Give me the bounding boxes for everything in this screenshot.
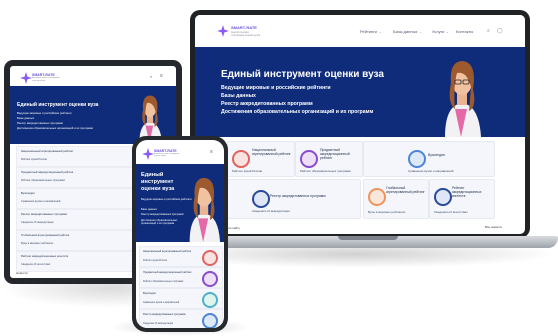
nav-item-databases[interactable]: Базы данных ⌄ bbox=[393, 29, 422, 34]
hero-line: Реестр аккредитованных программ bbox=[17, 121, 63, 125]
subject-icon bbox=[202, 271, 218, 287]
news-heading: Новости bbox=[16, 271, 28, 275]
phone-device: SMART-RATE Аналитическая платформа оценк… bbox=[132, 136, 228, 332]
nav-item-services[interactable]: Услуги ⌄ bbox=[432, 29, 449, 34]
registry-icon bbox=[202, 313, 218, 328]
menu-icon[interactable]: ≡ bbox=[160, 73, 163, 79]
footer-left-text: Поиск по сайту bbox=[219, 226, 241, 230]
subject-icon bbox=[300, 150, 318, 168]
rating-icon bbox=[202, 250, 218, 266]
laptop-notch bbox=[338, 236, 398, 240]
brand-logo-icon[interactable] bbox=[20, 72, 32, 84]
phone-screen: SMART-RATE Аналитическая платформа оценк… bbox=[136, 140, 224, 328]
brand-logo-icon[interactable] bbox=[217, 25, 229, 37]
list-item[interactable]: Предметный аккредитационный рейтинг Рейти… bbox=[139, 267, 223, 288]
laptop-screen: SMART-RATE Аналитическая платформа оценк… bbox=[195, 15, 525, 234]
brand-tagline: Аналитическая платформа оценки вузов bbox=[32, 77, 60, 82]
rating-icon bbox=[232, 150, 250, 168]
card-global-rating[interactable]: Глобальный агрегированный рейтинг Вузы в… bbox=[363, 179, 429, 219]
registry-icon bbox=[252, 190, 270, 208]
card-registry[interactable]: Реестр аккредитованных программ Сведения… bbox=[227, 179, 361, 219]
hero-person-illustration bbox=[445, 61, 481, 137]
hero-title: Единый инструмент оценки вуза bbox=[221, 69, 384, 80]
card-agencies-rating[interactable]: Рейтинг аккредитационных агентств Сведен… bbox=[429, 179, 495, 219]
search-icon[interactable]: ⌕ bbox=[150, 74, 152, 79]
book-icon bbox=[408, 150, 426, 168]
book-icon bbox=[202, 292, 218, 308]
hero-line: Базы данных bbox=[221, 93, 256, 99]
card-national-rating[interactable]: Национальный агрегированный рейтинг Рейт… bbox=[227, 141, 295, 177]
laptop-device: SMART-RATE Аналитическая платформа оценк… bbox=[190, 10, 530, 238]
all-news-link[interactable]: Все новости bbox=[485, 225, 502, 229]
nav-item-ratings[interactable]: Рейтинги ⌄ bbox=[360, 29, 381, 34]
hero-line: Ведущие мировые и российские рейтинги bbox=[17, 111, 72, 115]
user-icon[interactable]: ◯ bbox=[497, 28, 503, 34]
list-item[interactable]: Реестр аккредитованных программ Сведения … bbox=[139, 309, 223, 328]
search-icon[interactable]: ⌕ bbox=[487, 28, 490, 34]
brand-tagline: Аналитическая платформа оценки вузов bbox=[231, 31, 261, 37]
globe-icon bbox=[368, 188, 386, 206]
brand-tagline: Аналитическая платформа оценки вузов bbox=[154, 153, 180, 158]
site-header: SMART-RATE Аналитическая платформа оценк… bbox=[195, 15, 525, 48]
hero-line: Реестр аккредитованных программ bbox=[221, 101, 313, 107]
brand-name[interactable]: SMART-RATE bbox=[231, 26, 257, 30]
hero-line: Достижения образовательных организаций и… bbox=[17, 126, 93, 130]
hero-line: Достижения образовательных организаций и… bbox=[221, 109, 374, 115]
hero-title: Единый инструмент оценки вуза bbox=[17, 102, 99, 108]
hero-line: Ведущие мировые и российские рейтинги bbox=[221, 85, 331, 91]
people-icon bbox=[434, 188, 452, 206]
list-item[interactable]: Вузопедия Сравнение вузов и направлений bbox=[139, 288, 223, 309]
nav-item-contacts[interactable]: Контакты bbox=[456, 29, 473, 34]
hero-line: Базы данных bbox=[17, 116, 35, 120]
list-item[interactable]: Национальный агрегированный рейтинг Рейти… bbox=[139, 246, 223, 267]
hero-person-illustration bbox=[189, 177, 221, 242]
brand-logo-icon[interactable] bbox=[142, 148, 154, 160]
menu-icon[interactable]: ≡ bbox=[210, 149, 213, 155]
card-subject-rating[interactable]: Предметный аккредитационный рейтинг Рейт… bbox=[295, 141, 363, 177]
card-vuzopedia[interactable]: Вузопедия Сравнение вузов и направлений bbox=[363, 141, 495, 177]
